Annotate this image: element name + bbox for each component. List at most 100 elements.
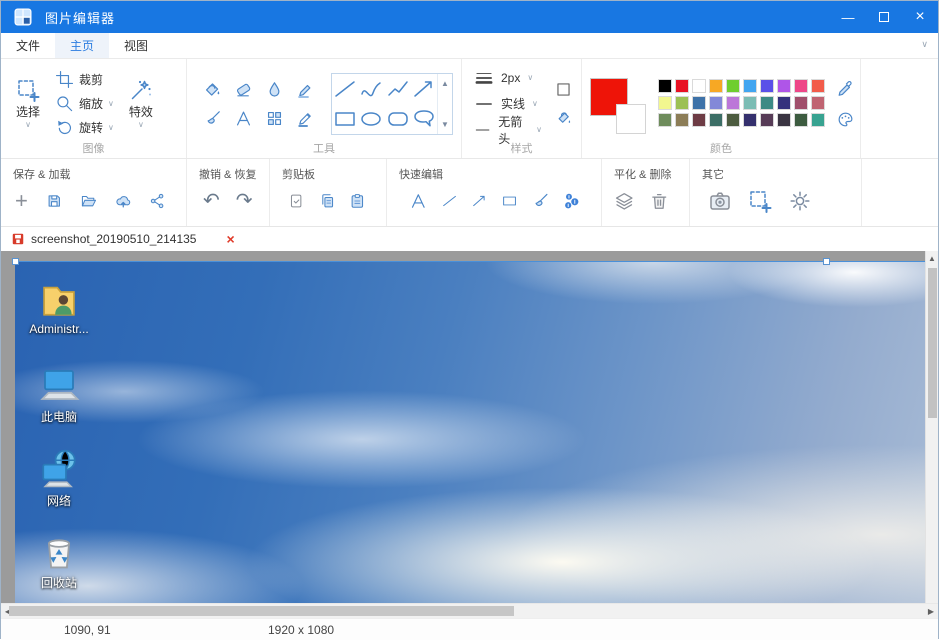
- secondary-color-swatch[interactable]: [616, 104, 646, 134]
- palette-swatch[interactable]: [760, 96, 774, 110]
- flatten-layers-icon[interactable]: [614, 189, 635, 213]
- palette-swatch[interactable]: [811, 113, 825, 127]
- trash-icon[interactable]: [649, 189, 670, 213]
- marker-button[interactable]: [296, 109, 315, 128]
- tab-close-icon[interactable]: ×: [226, 231, 234, 247]
- cut-select-icon[interactable]: [288, 189, 305, 213]
- blur-drop-button[interactable]: [265, 80, 284, 99]
- palette-swatch[interactable]: [726, 79, 740, 93]
- mosaic-button[interactable]: [265, 109, 284, 128]
- palette-swatch[interactable]: [743, 79, 757, 93]
- arrow-type-dropdown[interactable]: 无箭头 ∨: [474, 118, 542, 141]
- step-counter-icon[interactable]: [562, 189, 581, 213]
- palette-swatch[interactable]: [794, 79, 808, 93]
- crop-button[interactable]: 裁剪: [51, 69, 118, 91]
- scroll-up-icon[interactable]: ▲: [928, 251, 936, 266]
- palette-swatch[interactable]: [777, 96, 791, 110]
- scroll-right-icon[interactable]: ▶: [924, 604, 938, 618]
- effects-button[interactable]: 特效 ∨: [122, 76, 160, 131]
- palette-swatch[interactable]: [658, 79, 672, 93]
- quick-line-icon[interactable]: [441, 191, 458, 211]
- palette-swatch[interactable]: [760, 113, 774, 127]
- fill-style-icon[interactable]: [554, 108, 573, 127]
- gallery-scroll-up-icon[interactable]: ▲: [441, 79, 449, 88]
- eraser-button[interactable]: [234, 80, 253, 99]
- horizontal-scrollbar[interactable]: ◀ ▶: [1, 603, 938, 618]
- minimize-button[interactable]: —: [830, 1, 866, 33]
- shape-arrow-button[interactable]: [411, 78, 437, 100]
- palette-swatch[interactable]: [709, 113, 723, 127]
- palette-icon[interactable]: [836, 110, 855, 129]
- gallery-scroll-down-icon[interactable]: ▼: [441, 120, 449, 129]
- palette-swatch[interactable]: [658, 113, 672, 127]
- paste-icon[interactable]: [349, 189, 366, 213]
- palette-swatch[interactable]: [794, 113, 808, 127]
- shape-ellipse-button[interactable]: [358, 108, 384, 130]
- copy-icon[interactable]: [319, 189, 336, 213]
- horizontal-scrollbar-thumb[interactable]: [9, 606, 514, 616]
- palette-swatch[interactable]: [777, 113, 791, 127]
- quick-text-icon[interactable]: [409, 189, 428, 213]
- shape-rounded-rect-button[interactable]: [385, 108, 411, 130]
- vertical-scrollbar[interactable]: ▲: [925, 251, 938, 603]
- shape-rectangle-button[interactable]: [332, 108, 358, 130]
- palette-swatch[interactable]: [794, 96, 808, 110]
- cloud-upload-icon[interactable]: [115, 189, 132, 213]
- quick-arrow-icon[interactable]: [471, 191, 488, 211]
- redo-icon[interactable]: ↷: [236, 191, 253, 211]
- undo-icon[interactable]: ↶: [203, 191, 220, 211]
- gear-icon[interactable]: [788, 189, 812, 213]
- palette-swatch[interactable]: [777, 79, 791, 93]
- quick-brush-icon[interactable]: [531, 189, 550, 213]
- selection-handle-top-left[interactable]: [12, 258, 19, 265]
- palette-swatch[interactable]: [675, 79, 689, 93]
- fill-bucket-button[interactable]: [203, 80, 222, 99]
- zoom-button[interactable]: 缩放 ∨: [51, 93, 118, 115]
- eyedropper-icon[interactable]: [836, 79, 855, 98]
- palette-swatch[interactable]: [675, 113, 689, 127]
- new-image-button[interactable]: +: [15, 191, 28, 211]
- select-button[interactable]: 选择 ∨: [9, 76, 47, 131]
- maximize-button[interactable]: [866, 1, 902, 33]
- canvas-area[interactable]: Administr... 此电脑 网络 回收站 ▲: [1, 251, 938, 603]
- shape-callout-button[interactable]: [411, 108, 437, 130]
- palette-swatch[interactable]: [675, 96, 689, 110]
- text-tool-button[interactable]: [234, 109, 253, 128]
- palette-swatch[interactable]: [692, 113, 706, 127]
- menu-view[interactable]: 视图: [109, 33, 163, 58]
- palette-swatch[interactable]: [709, 96, 723, 110]
- shape-curve-button[interactable]: [358, 78, 384, 100]
- shape-line-button[interactable]: [332, 78, 358, 100]
- brush-button[interactable]: [203, 109, 222, 128]
- shape-polyline-button[interactable]: [385, 78, 411, 100]
- outline-style-icon[interactable]: [554, 80, 573, 99]
- edited-image[interactable]: Administr... 此电脑 网络 回收站: [15, 261, 927, 603]
- palette-swatch[interactable]: [726, 96, 740, 110]
- screen-capture-icon[interactable]: [748, 189, 772, 213]
- palette-swatch[interactable]: [811, 79, 825, 93]
- palette-swatch[interactable]: [709, 79, 723, 93]
- palette-swatch[interactable]: [658, 96, 672, 110]
- palette-swatch[interactable]: [726, 113, 740, 127]
- palette-swatch[interactable]: [743, 113, 757, 127]
- ribbon-collapse-icon[interactable]: ∨: [921, 39, 928, 50]
- menu-home[interactable]: 主页: [55, 33, 109, 58]
- highlighter-button[interactable]: [296, 80, 315, 99]
- palette-swatch[interactable]: [811, 96, 825, 110]
- line-width-dropdown[interactable]: 2px ∨: [474, 66, 542, 89]
- palette-swatch[interactable]: [760, 79, 774, 93]
- quick-rectangle-icon[interactable]: [501, 191, 518, 211]
- save-icon[interactable]: [46, 189, 63, 213]
- share-icon[interactable]: [149, 189, 166, 213]
- palette-swatch[interactable]: [692, 96, 706, 110]
- open-folder-icon[interactable]: [80, 189, 97, 213]
- selection-handle-top-mid[interactable]: [823, 258, 830, 265]
- rotate-button[interactable]: 旋转 ∨: [51, 117, 118, 139]
- close-button[interactable]: ×: [902, 1, 938, 33]
- palette-swatch[interactable]: [692, 79, 706, 93]
- vertical-scrollbar-thumb[interactable]: [928, 268, 937, 418]
- palette-swatch[interactable]: [743, 96, 757, 110]
- camera-icon[interactable]: [708, 189, 732, 213]
- menu-file[interactable]: 文件: [1, 33, 55, 58]
- document-tab[interactable]: screenshot_20190510_214135 ×: [1, 227, 245, 251]
